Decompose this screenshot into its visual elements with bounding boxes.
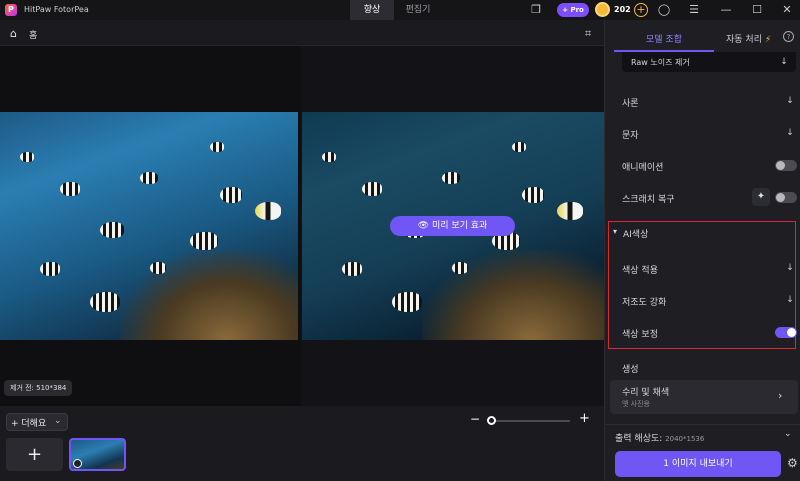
download-icon[interactable]: ↓ (785, 96, 795, 106)
size-badge: 제거 전: 510*384 (4, 380, 73, 396)
maximize-icon[interactable]: ☐ (750, 3, 764, 17)
fish-shape (190, 232, 218, 250)
double-chevron-icon[interactable]: ⌄ (784, 429, 792, 439)
coin-count: 202 (614, 5, 631, 14)
app-title: HitPaw FotorPea (24, 5, 89, 14)
help-icon[interactable]: ? (783, 31, 794, 42)
fish-shape (362, 182, 382, 196)
pro-badge[interactable]: + Pro (557, 3, 589, 17)
fish-shape (90, 292, 120, 312)
coin-icon (595, 2, 610, 17)
tab-enhance[interactable]: 향상 (350, 0, 394, 20)
download-icon[interactable]: ↓ (785, 263, 795, 273)
fish-shape (20, 152, 34, 162)
close-icon[interactable]: ✕ (780, 3, 794, 17)
fish-shape (322, 152, 336, 162)
fish-shape (40, 262, 60, 276)
menu-icon[interactable]: ☰ (687, 3, 701, 17)
toggle-knob (776, 161, 785, 170)
toggle-knob (776, 193, 785, 202)
lightning-icon: ⚡ (761, 35, 772, 45)
tab-model-combo[interactable]: 모델 조합 (646, 32, 682, 45)
output-resolution: 출력 해상도: 2040*1536 (615, 434, 705, 444)
option-colorize-label: 색상 적용 (622, 266, 658, 276)
fish-shape (342, 262, 362, 276)
clock-icon (73, 459, 82, 468)
toggle-knob (787, 328, 796, 337)
fish-shape (512, 142, 526, 152)
add-label[interactable]: + 더해요 (11, 416, 46, 429)
option-animation-label: 애니메이션 (622, 163, 664, 173)
tab-editor[interactable]: 편집기 (396, 0, 440, 20)
fish-shape (100, 222, 124, 238)
minimize-icon[interactable]: — (719, 3, 733, 17)
option-text-label: 문자 (622, 131, 639, 141)
fish-shape (557, 202, 583, 220)
app-logo-icon: P (5, 4, 17, 16)
chevron-right-icon[interactable]: › (778, 389, 782, 402)
generate-label: 생성 (622, 365, 639, 375)
export-button[interactable]: 1 이미지 내보내기 (615, 451, 781, 477)
preview-label: 미리 보기 효과 (431, 221, 488, 231)
fish-shape (60, 182, 80, 196)
eye-icon: 👁 (417, 221, 432, 231)
fish-shape (392, 292, 422, 312)
download-icon[interactable]: ↓ (785, 295, 795, 305)
preview-effect-button[interactable]: 👁 미리 보기 효과 (390, 216, 515, 236)
home-icon[interactable]: ⌂ (10, 27, 17, 40)
gear-icon[interactable]: ⚙ (787, 456, 798, 470)
add-image-button[interactable]: + (6, 438, 63, 471)
animation-toggle[interactable] (775, 160, 797, 171)
color-correct-toggle[interactable] (775, 327, 797, 338)
fish-shape (522, 187, 544, 203)
reef-shape (120, 250, 298, 340)
option-scratch-label: 스크래치 복구 (622, 195, 675, 205)
raw-denoise-label: Raw 노이즈 제거 (631, 58, 690, 67)
ai-color-title[interactable]: AI색상 (623, 227, 648, 240)
download-icon[interactable]: ↓ (779, 57, 789, 67)
fish-shape (150, 262, 166, 274)
layers-icon[interactable]: ❐ (529, 3, 543, 17)
option-lowlight-label: 저조도 강화 (622, 298, 667, 308)
image-before (0, 112, 298, 340)
fish-shape (452, 262, 468, 274)
magic-wand-icon[interactable]: ✦ (752, 188, 770, 206)
crop-icon[interactable]: ⌗ (585, 27, 591, 41)
scratch-toggle[interactable] (775, 192, 797, 203)
option-color-correct-label: 색상 보정 (622, 330, 658, 340)
tab-auto-process[interactable]: 자동 처리 ⚡ (726, 32, 771, 45)
home-label[interactable]: 홈 (29, 28, 37, 41)
repair-colorize-subtitle: 옛 사진용 (622, 400, 650, 408)
zoom-out-button[interactable]: − (470, 412, 480, 426)
fish-shape (255, 202, 281, 220)
fish-shape (442, 172, 460, 184)
fish-shape (220, 187, 242, 203)
download-icon[interactable]: ↓ (785, 128, 795, 138)
option-portrait-label: 사론 (622, 99, 639, 109)
divider (606, 424, 800, 425)
repair-colorize-title: 수리 및 채색 (622, 388, 670, 398)
chevron-down-icon[interactable]: ⌄ (54, 416, 62, 426)
sub-toolbar (0, 20, 604, 46)
fish-shape (210, 142, 224, 152)
account-icon[interactable]: ◯ (657, 3, 671, 17)
zoom-slider-track[interactable] (490, 420, 570, 422)
add-coins-button[interactable]: + (634, 3, 648, 17)
collapse-arrow-icon[interactable]: ▾ (613, 227, 617, 236)
zoom-in-button[interactable]: + (579, 411, 590, 426)
zoom-slider-thumb[interactable] (487, 416, 496, 425)
fish-shape (140, 172, 158, 184)
reef-shape (422, 250, 604, 340)
